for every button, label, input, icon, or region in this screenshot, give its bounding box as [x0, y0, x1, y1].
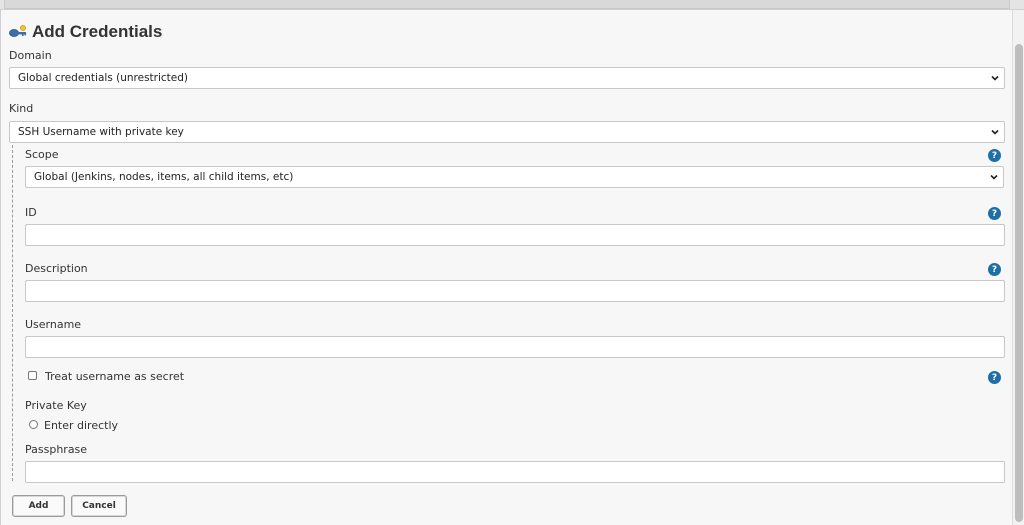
description-label: Description — [25, 262, 88, 275]
kind-select-value: SSH Username with private key — [18, 126, 184, 138]
chevron-down-icon — [990, 127, 1000, 137]
id-help-icon[interactable]: ? — [988, 207, 1001, 220]
dialog-title: Add Credentials — [9, 21, 162, 43]
credentials-key-icon — [9, 25, 29, 39]
scope-help-icon[interactable]: ? — [988, 149, 1001, 162]
top-bar-inner — [4, 0, 1010, 9]
passphrase-input[interactable] — [25, 461, 1005, 483]
enter-directly-radio[interactable] — [29, 420, 38, 429]
scope-label: Scope — [25, 148, 59, 161]
passphrase-label: Passphrase — [25, 443, 88, 456]
description-input[interactable] — [25, 280, 1005, 302]
scrollbar-thumb[interactable] — [1015, 44, 1023, 522]
vertical-scrollbar[interactable] — [1012, 10, 1024, 525]
treat-username-secret-checkbox[interactable] — [28, 371, 37, 380]
id-label: ID — [25, 206, 37, 219]
nested-section-divider — [12, 145, 13, 481]
add-button[interactable]: Add — [12, 495, 65, 517]
treat-username-secret-label[interactable]: Treat username as secret — [45, 370, 184, 383]
secret-help-icon[interactable]: ? — [988, 371, 1001, 384]
username-input[interactable] — [25, 336, 1005, 358]
kind-select[interactable]: SSH Username with private key — [9, 121, 1005, 143]
scope-select-value: Global (Jenkins, nodes, items, all child… — [34, 171, 294, 183]
page-title: Add Credentials — [32, 22, 163, 41]
private-key-label: Private Key — [25, 399, 87, 412]
id-input[interactable] — [25, 224, 1005, 246]
enter-directly-label[interactable]: Enter directly — [44, 419, 118, 432]
chevron-down-icon — [989, 172, 999, 182]
chevron-down-icon — [990, 73, 1000, 83]
domain-label: Domain — [9, 49, 52, 62]
description-help-icon[interactable]: ? — [988, 263, 1001, 276]
top-bar — [0, 0, 1024, 10]
domain-select-value: Global credentials (unrestricted) — [18, 72, 189, 84]
domain-select[interactable]: Global credentials (unrestricted) — [9, 67, 1005, 89]
cancel-button[interactable]: Cancel — [71, 495, 127, 517]
kind-label: Kind — [9, 102, 34, 115]
scope-select[interactable]: Global (Jenkins, nodes, items, all child… — [25, 166, 1004, 188]
username-label: Username — [25, 318, 82, 331]
